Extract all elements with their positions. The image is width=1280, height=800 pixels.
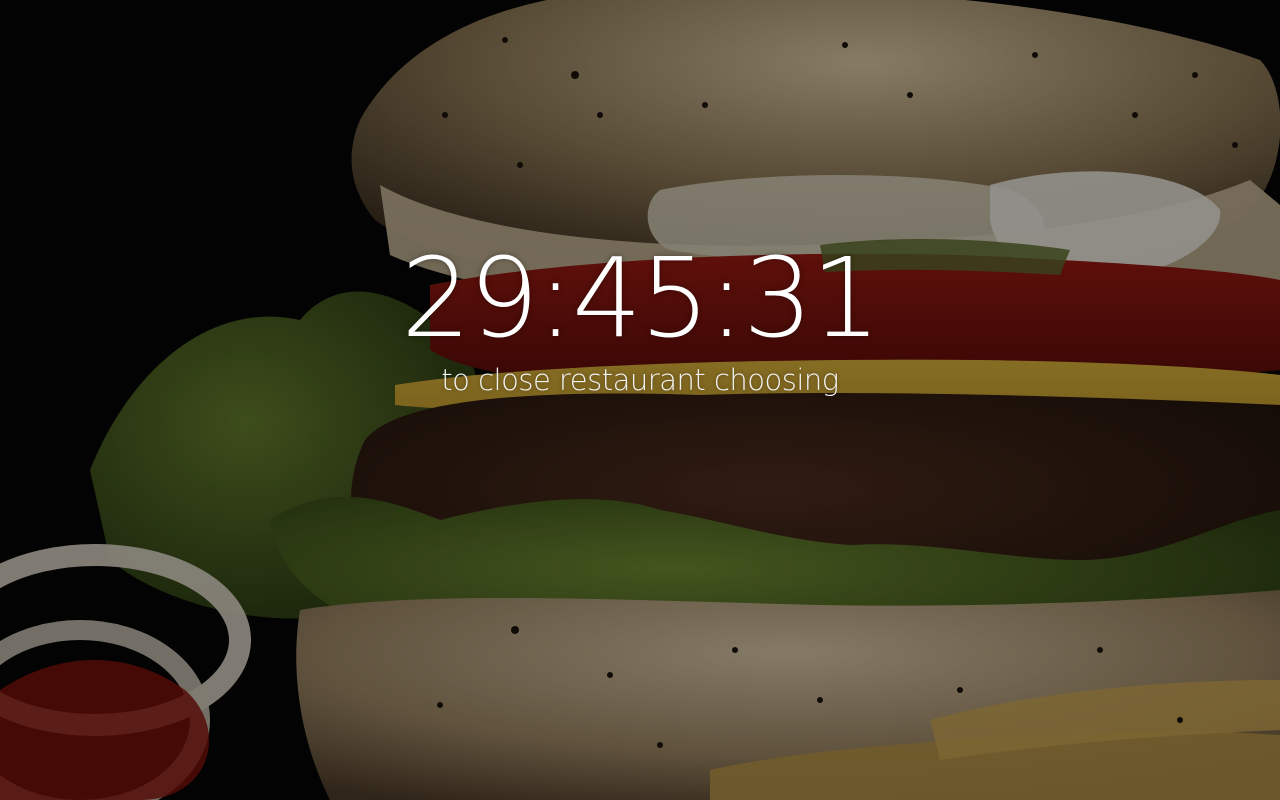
countdown-timer: 29:45:31 [400, 234, 881, 362]
countdown-screen: 29:45:31 to close restaurant choosing [0, 0, 1280, 800]
dark-overlay [0, 0, 1280, 800]
countdown-caption: to close restaurant choosing [441, 363, 839, 397]
